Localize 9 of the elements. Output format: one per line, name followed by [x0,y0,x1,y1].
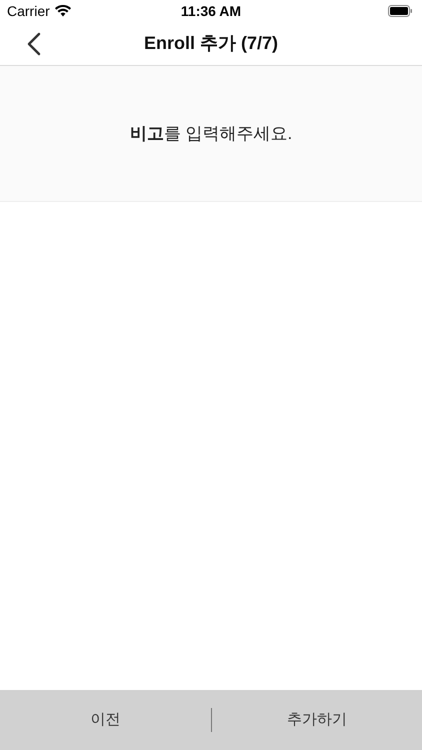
chevron-left-icon [27,32,41,56]
carrier-name: Carrier [7,2,50,20]
previous-button[interactable]: 이전 [82,704,128,736]
screen-title: Enroll 추가 (7/7) [144,32,278,55]
status-time: 11:36 AM [180,2,242,20]
add-button[interactable]: 추가하기 [278,704,355,736]
prompt-text: 비고를 입력해주세요. [130,122,292,145]
wifi-icon [54,5,71,17]
battery-icon [388,5,413,17]
